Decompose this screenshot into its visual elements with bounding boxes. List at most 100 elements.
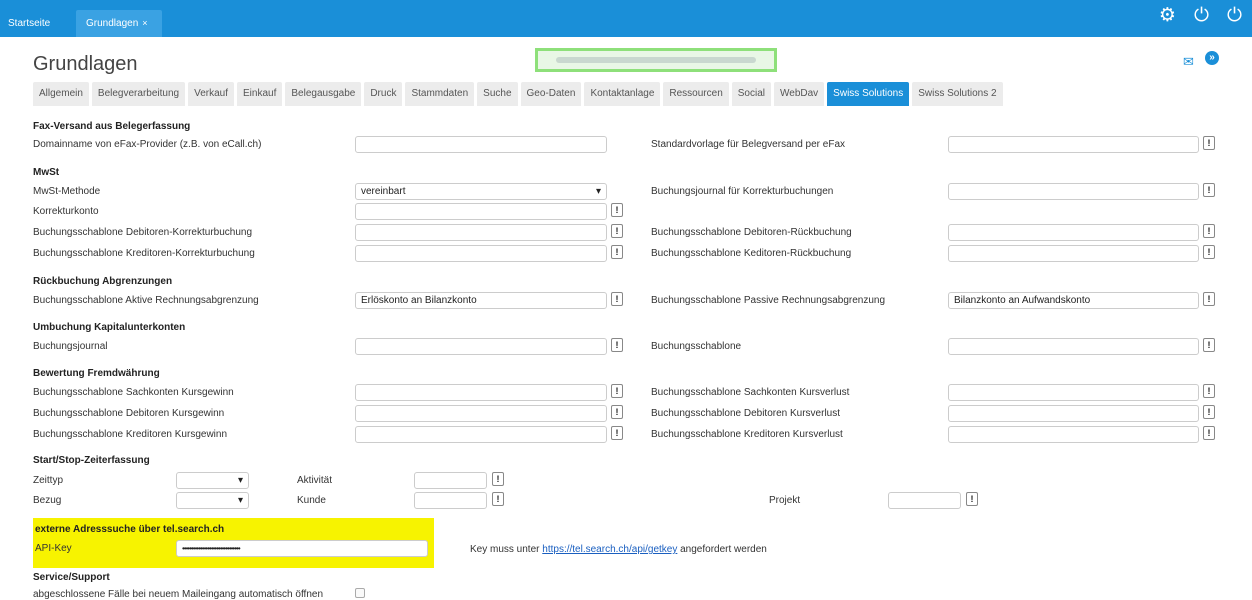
umbuchung-schablone-button[interactable]: ! <box>1203 338 1215 352</box>
auto-open-checkbox[interactable] <box>355 588 365 598</box>
api-key-input[interactable]: •••••••••••••••••••••••••••••••• <box>176 540 428 557</box>
mwst-kred-korr-input[interactable] <box>355 245 607 262</box>
gear-icon[interactable]: ⚙ <box>1159 5 1176 27</box>
aktivitaet-input[interactable] <box>414 472 487 489</box>
bewertung-row-right-button[interactable]: ! <box>1203 384 1215 398</box>
page-title: Grundlagen <box>33 53 138 75</box>
mail-icon[interactable]: ✉ <box>1183 54 1194 70</box>
tab-belegverarbeitung[interactable]: Belegverarbeitung <box>91 82 186 106</box>
mwst-deb-rueck-button[interactable]: ! <box>1203 224 1215 238</box>
mwst-kred-rueck-input[interactable] <box>948 245 1199 262</box>
section-mwst: MwSt <box>33 167 60 178</box>
umbuchung-journal-button[interactable]: ! <box>611 338 623 352</box>
tab-suche[interactable]: Suche <box>477 82 518 106</box>
bewertung-row-right-input[interactable] <box>948 426 1199 443</box>
tab-allgemein[interactable]: Allgemein <box>33 82 89 106</box>
umbuchung-journal-input[interactable] <box>355 338 607 355</box>
projekt-input[interactable] <box>888 492 961 509</box>
bewertung-row-left-label: Buchungsschablone Debitoren Kursgewinn <box>33 408 225 419</box>
mwst-method-select[interactable]: vereinbart <box>355 183 607 200</box>
rueck-passive-input[interactable]: Bilanzkonto an Aufwandskonto <box>948 292 1199 309</box>
section-rueckbuchung: Rückbuchung Abgrenzungen <box>33 276 173 287</box>
bewertung-row-left-input[interactable] <box>355 405 607 422</box>
fax-template-button[interactable]: ! <box>1203 136 1215 150</box>
tab-swiss-solutions[interactable]: Swiss Solutions <box>827 82 910 106</box>
mwst-konto-input[interactable] <box>355 203 607 220</box>
api-key-link[interactable]: https://tel.search.ch/api/getkey <box>542 544 677 555</box>
fax-template-label: Standardvorlage für Belegversand per eFa… <box>651 139 846 150</box>
bewertung-row-left-input[interactable] <box>355 384 607 401</box>
kunde-button[interactable]: ! <box>492 492 504 506</box>
tab-geo-daten[interactable]: Geo-Daten <box>520 82 582 106</box>
power-icon[interactable]: ⏻ <box>1194 5 1209 27</box>
rueck-aktive-input[interactable]: Erlöskonto an Bilanzkonto <box>355 292 607 309</box>
bewertung-row-right-button[interactable]: ! <box>1203 426 1215 440</box>
aktivitaet-label: Aktivität <box>297 475 333 486</box>
close-icon[interactable]: × <box>142 18 147 28</box>
tab-webdav[interactable]: WebDav <box>774 82 825 106</box>
bewertung-row-left-label: Buchungsschablone Kreditoren Kursgewinn <box>33 429 228 440</box>
bewertung-row-right-label: Buchungsschablone Kreditoren Kursverlust <box>651 429 843 440</box>
fax-template-input[interactable] <box>948 136 1199 153</box>
chat-icon[interactable]: » <box>1205 51 1219 65</box>
mwst-kred-rueck-button[interactable]: ! <box>1203 245 1215 259</box>
bewertung-row-right-label: Buchungsschablone Sachkonten Kursverlust <box>651 387 850 398</box>
bewertung-row-right-button[interactable]: ! <box>1203 405 1215 419</box>
mwst-deb-korr-label: Buchungsschablone Debitoren-Korrekturbuc… <box>33 227 253 238</box>
rueck-aktive-button[interactable]: ! <box>611 292 623 306</box>
highlighted-blurred-text <box>535 48 777 72</box>
rueck-passive-button[interactable]: ! <box>1203 292 1215 306</box>
mwst-konto-button[interactable]: ! <box>611 203 623 217</box>
kunde-input[interactable] <box>414 492 487 509</box>
tab-kontaktanlage[interactable]: Kontaktanlage <box>584 82 661 106</box>
bewertung-row-left-button[interactable]: ! <box>611 384 623 398</box>
tab-druck[interactable]: Druck <box>364 82 403 106</box>
tab-verkauf[interactable]: Verkauf <box>188 82 235 106</box>
api-key-hint-post: angefordert werden <box>677 544 767 555</box>
tab-swiss-solutions-2[interactable]: Swiss Solutions 2 <box>912 82 1003 106</box>
tab-belegausgabe[interactable]: Belegausgabe <box>285 82 362 106</box>
mwst-deb-korr-input[interactable] <box>355 224 607 241</box>
bezug-select[interactable] <box>176 492 249 509</box>
zeittyp-label: Zeittyp <box>33 475 64 486</box>
tab-startseite[interactable]: Startseite <box>0 10 70 37</box>
auto-open-label: abgeschlossene Fälle bei neuem Maileinga… <box>33 589 324 600</box>
tab-ressourcen[interactable]: Ressourcen <box>663 82 729 106</box>
bewertung-row-left-label: Buchungsschablone Sachkonten Kursgewinn <box>33 387 234 398</box>
bewertung-row-right-input[interactable] <box>948 384 1199 401</box>
section-bewertung: Bewertung Fremdwährung <box>33 368 160 379</box>
projekt-label: Projekt <box>769 495 801 506</box>
mwst-journal-button[interactable]: ! <box>1203 183 1215 197</box>
section-zeiterfassung: Start/Stop-Zeiterfassung <box>33 455 150 466</box>
section-umbuchung: Umbuchung Kapitalunterkonten <box>33 322 186 333</box>
section-service: Service/Support <box>33 572 110 583</box>
fax-domain-input[interactable] <box>355 136 607 153</box>
bewertung-row-left-button[interactable]: ! <box>611 405 623 419</box>
bewertung-row-left-input[interactable] <box>355 426 607 443</box>
kunde-label: Kunde <box>297 495 326 506</box>
tab-einkauf[interactable]: Einkauf <box>237 82 283 106</box>
settings-tabs: Allgemein Belegverarbeitung Verkauf Eink… <box>33 82 1003 106</box>
tab-stammdaten[interactable]: Stammdaten <box>405 82 475 106</box>
api-key-value: •••••••••••••••••••••••••••••••• <box>182 544 241 553</box>
tab-social[interactable]: Social <box>731 82 771 106</box>
aktivitaet-button[interactable]: ! <box>492 472 504 486</box>
mwst-kred-korr-label: Buchungsschablone Kreditoren-Korrekturbu… <box>33 248 255 259</box>
mwst-konto-label: Korrekturkonto <box>33 206 99 217</box>
zeittyp-select[interactable] <box>176 472 249 489</box>
fax-domain-label: Domainname von eFax-Provider (z.B. von e… <box>33 139 262 150</box>
umbuchung-schablone-input[interactable] <box>948 338 1199 355</box>
tab-grundlagen[interactable]: Grundlagen × <box>76 10 162 37</box>
bewertung-row-left-button[interactable]: ! <box>611 426 623 440</box>
mwst-deb-korr-button[interactable]: ! <box>611 224 623 238</box>
power-plus-icon[interactable]: ⏻ <box>1227 5 1242 27</box>
mwst-journal-input[interactable] <box>948 183 1199 200</box>
bewertung-row-right-input[interactable] <box>948 405 1199 422</box>
mwst-kred-korr-button[interactable]: ! <box>611 245 623 259</box>
mwst-deb-rueck-input[interactable] <box>948 224 1199 241</box>
mwst-method-label: MwSt-Methode <box>33 186 101 197</box>
projekt-button[interactable]: ! <box>966 492 978 506</box>
umbuchung-schablone-label: Buchungsschablone <box>651 341 742 352</box>
api-key-hint: Key muss unter https://tel.search.ch/api… <box>470 544 767 555</box>
api-key-hint-pre: Key muss unter <box>470 544 543 555</box>
